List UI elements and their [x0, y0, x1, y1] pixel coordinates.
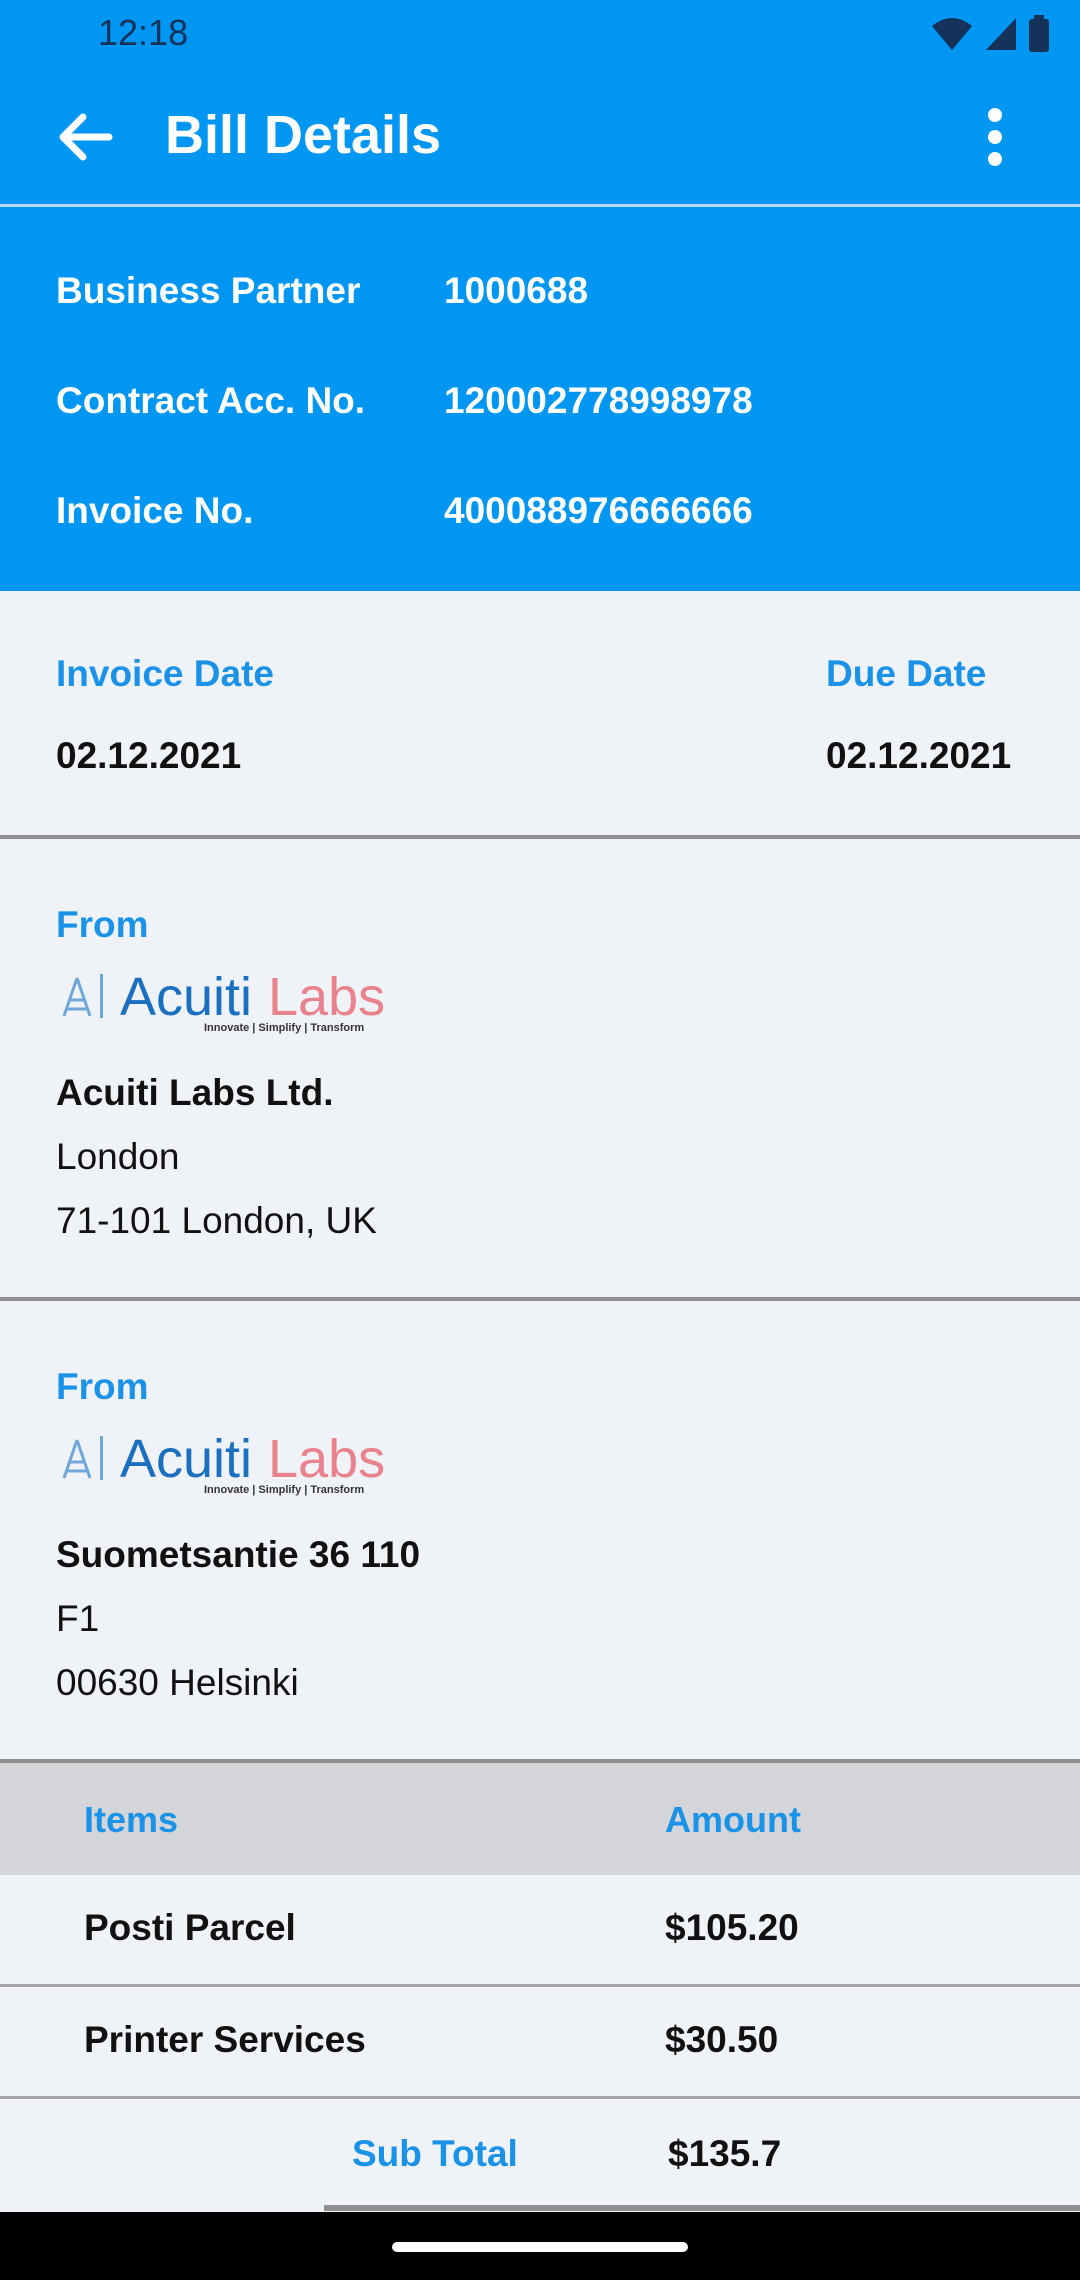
sender-city: London — [56, 1136, 180, 1177]
table-row: Posti Parcel $105.20 — [0, 1875, 1080, 1985]
invoice-number-value: 400088976666666 — [444, 490, 753, 531]
sender-name: Acuiti Labs Ltd. — [56, 1072, 334, 1113]
logo-separator — [100, 974, 103, 1018]
app-bar-divider — [0, 204, 1080, 207]
invoice-date-label: Invoice Date — [56, 653, 274, 694]
battery-icon — [1029, 15, 1049, 52]
system-nav-bar — [0, 2212, 1080, 2280]
due-date-block: Due Date 02.12.2021 — [826, 653, 1011, 777]
table-row: Printer Services $30.50 — [0, 1987, 1080, 2097]
arrow-back-icon — [59, 113, 113, 161]
app-bar: Bill Details — [0, 70, 1080, 204]
signal-icon — [986, 18, 1016, 50]
logo-separator — [100, 1436, 103, 1480]
tower-logo-icon — [62, 1439, 92, 1479]
item-amount: $30.50 — [665, 2019, 779, 2060]
due-date-label: Due Date — [826, 653, 987, 694]
status-icons — [930, 14, 1050, 54]
postal-city: 00630 Helsinki — [56, 1662, 299, 1703]
from-section-sender: From Acuiti Labs Innovate | Simplify | T… — [56, 904, 385, 1242]
logo-tagline: Innovate | Simplify | Transform — [204, 1484, 365, 1496]
from-section-address: From Acuiti Labs Innovate | Simplify | T… — [56, 1366, 420, 1704]
bill-summary-panel: 12:18 Bill Details Business Partner 1000… — [0, 0, 1080, 591]
item-name: Printer Services — [84, 2019, 366, 2060]
business-partner-value: 1000688 — [444, 270, 589, 311]
street-address: Suometsantie 36 110 — [56, 1534, 421, 1575]
status-bar: 12:18 — [0, 0, 1080, 66]
status-time: 12:18 — [98, 12, 189, 53]
item-amount: $105.20 — [665, 1907, 799, 1948]
row-divider — [0, 2096, 1080, 2099]
logo-text-acuiti: Acuiti — [120, 1429, 253, 1489]
subtotal-divider — [324, 2205, 1080, 2211]
page-title: Bill Details — [165, 105, 442, 165]
logo-text-acuiti: Acuiti — [120, 967, 253, 1027]
contract-account-value: 120002778998978 — [444, 380, 753, 421]
divider — [0, 1297, 1080, 1301]
items-table-header: Items Amount — [0, 1763, 1080, 1875]
business-partner-label: Business Partner — [56, 270, 361, 311]
subtotal-label: Sub Total — [352, 2133, 518, 2174]
home-gesture-handle[interactable] — [392, 2242, 688, 2252]
sender-address: 71-101 London, UK — [56, 1200, 377, 1241]
wifi-icon — [932, 18, 972, 50]
items-column-header: Items — [84, 1799, 179, 1840]
from-label: From — [56, 904, 149, 945]
more-vert-icon — [988, 108, 1002, 166]
logo-text-labs: Labs — [268, 967, 386, 1027]
invoice-number-label: Invoice No. — [56, 490, 254, 531]
acuiti-labs-logo: Acuiti Labs Innovate | Simplify | Transf… — [56, 1429, 385, 1510]
contract-account-label: Contract Acc. No. — [56, 380, 366, 421]
tower-logo-icon — [62, 977, 92, 1017]
overflow-menu-button[interactable] — [950, 92, 1040, 182]
subtotal-value: $135.7 — [668, 2133, 782, 2174]
address-unit: F1 — [56, 1598, 100, 1639]
invoice-date-block: Invoice Date 02.12.2021 — [56, 653, 274, 777]
logo-text-labs: Labs — [268, 1429, 386, 1489]
divider — [0, 835, 1080, 839]
invoice-date-value: 02.12.2021 — [56, 735, 242, 776]
back-button[interactable] — [40, 92, 130, 182]
item-name: Posti Parcel — [84, 1907, 296, 1948]
acuiti-labs-logo: Acuiti Labs Innovate | Simplify | Transf… — [56, 967, 385, 1048]
logo-tagline: Innovate | Simplify | Transform — [204, 1022, 365, 1034]
from-label: From — [56, 1366, 149, 1407]
amount-column-header: Amount — [665, 1799, 801, 1840]
due-date-value: 02.12.2021 — [826, 735, 1012, 776]
